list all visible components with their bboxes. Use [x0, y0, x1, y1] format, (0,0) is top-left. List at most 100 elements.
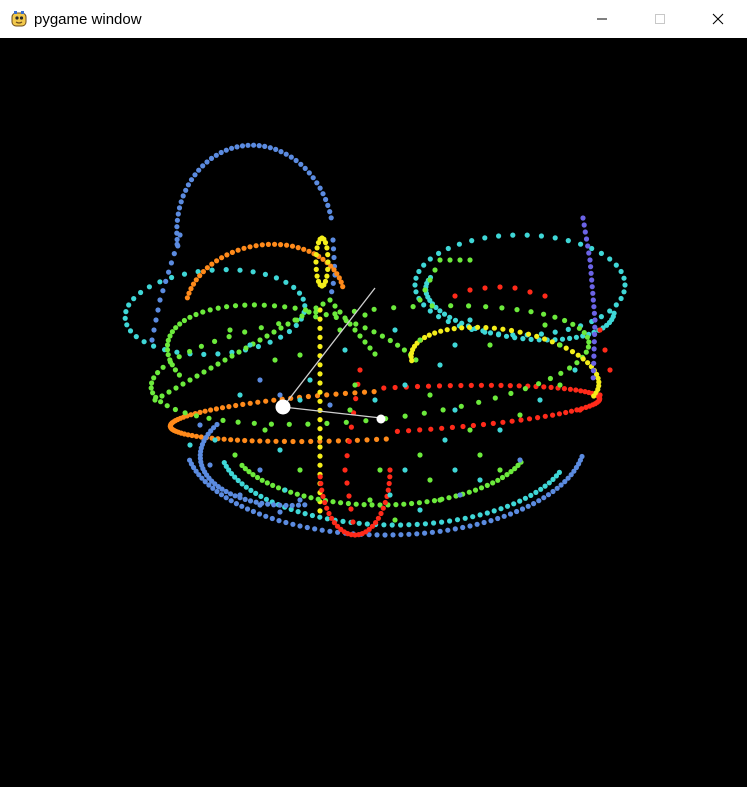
particle-dot — [585, 344, 592, 350]
particle-dot — [317, 426, 323, 432]
particle-dot — [301, 493, 307, 499]
particle-dot — [413, 275, 419, 281]
particle-dot — [158, 399, 164, 405]
particle-dot — [227, 327, 233, 333]
particle-dot — [387, 474, 393, 480]
particle-dot — [480, 421, 487, 428]
particle-dot — [141, 339, 147, 345]
particle-dot — [507, 383, 513, 389]
particle-dot — [588, 270, 594, 276]
particle-dot — [458, 382, 464, 389]
particle-dot — [198, 343, 204, 349]
particle-dot — [267, 145, 273, 151]
particle-dot — [297, 352, 303, 358]
particle-dot — [591, 339, 597, 345]
particle-dot — [497, 427, 503, 433]
particle-dot — [342, 467, 348, 473]
particle-dot — [288, 154, 294, 160]
particle-dot — [348, 424, 354, 430]
particle-dot — [313, 266, 319, 272]
particle-dot — [278, 149, 284, 155]
particle-dot — [289, 243, 296, 249]
particle-dot — [220, 417, 226, 423]
game-canvas[interactable] — [0, 38, 747, 787]
particle-dot — [340, 284, 346, 290]
particle-dot — [265, 501, 271, 507]
particle-dot — [186, 290, 192, 296]
particle-dot — [490, 480, 496, 486]
particle-dot — [255, 399, 261, 405]
particle-dot — [308, 495, 314, 501]
minimize-button[interactable] — [573, 0, 631, 38]
particle-dot — [263, 496, 269, 502]
particle-dot — [353, 321, 359, 327]
particle-dot — [353, 396, 359, 402]
particle-dot — [271, 397, 277, 403]
particle-dot — [275, 485, 282, 491]
particle-dot — [541, 384, 547, 390]
particle-dot — [525, 331, 532, 337]
particle-dot — [542, 293, 548, 299]
particle-dot — [192, 172, 198, 178]
particle-dot — [197, 422, 203, 428]
particle-dot — [531, 501, 537, 507]
particle-dot — [232, 493, 238, 499]
particle-dot — [261, 302, 267, 308]
particle-dot — [326, 438, 332, 444]
particle-dot — [166, 389, 172, 395]
particle-dot — [324, 392, 330, 398]
particle-dot — [283, 502, 289, 509]
particle-dot — [524, 232, 530, 238]
particle-dot — [153, 317, 159, 323]
particle-dot — [437, 497, 443, 503]
particle-dot — [427, 277, 433, 283]
particle-dot — [322, 240, 329, 246]
particle-dot — [548, 384, 554, 390]
close-button[interactable] — [689, 0, 747, 38]
particle-dot — [590, 375, 596, 381]
particle-dot — [421, 410, 427, 416]
particle-dot — [223, 147, 229, 153]
particle-dot — [357, 333, 363, 339]
maximize-button[interactable] — [631, 0, 689, 38]
particle-dot — [324, 245, 330, 251]
particle-dot — [416, 500, 422, 506]
particle-dot — [122, 315, 128, 321]
particle-dot — [297, 397, 303, 403]
particle-dot — [324, 273, 330, 279]
particle-dot — [508, 327, 515, 334]
particle-dot — [237, 492, 243, 498]
particle-dot — [490, 420, 496, 426]
particle-dot — [518, 417, 524, 423]
particle-dot — [398, 532, 404, 538]
particle-dot — [484, 482, 490, 488]
axis-line — [282, 287, 376, 408]
particle-dot — [313, 259, 319, 265]
particle-dot — [406, 531, 412, 537]
particle-dot — [278, 325, 284, 331]
particle-dot — [467, 257, 473, 263]
particle-dot — [375, 515, 381, 521]
particle-dot — [239, 481, 245, 487]
particle-dot — [289, 502, 295, 509]
title-bar[interactable]: pygame window — [0, 0, 747, 38]
particle-dot — [214, 421, 220, 428]
particle-dot — [201, 351, 207, 357]
particle-dot — [383, 436, 389, 442]
particle-dot — [330, 246, 337, 252]
particle-dot — [164, 342, 171, 348]
particle-dot — [331, 520, 337, 526]
particle-dot — [169, 329, 175, 335]
particle-dot — [346, 493, 352, 499]
particle-dot — [429, 303, 435, 309]
particle-dot — [241, 245, 247, 251]
particle-dot — [269, 515, 275, 522]
particle-dot — [462, 515, 468, 521]
particle-dot — [330, 237, 336, 243]
particle-dot — [317, 398, 323, 404]
particle-dot — [477, 512, 483, 518]
particle-dot — [546, 480, 552, 486]
particle-dot — [285, 321, 291, 327]
particle-dot — [278, 242, 284, 248]
particle-dot — [180, 381, 186, 387]
